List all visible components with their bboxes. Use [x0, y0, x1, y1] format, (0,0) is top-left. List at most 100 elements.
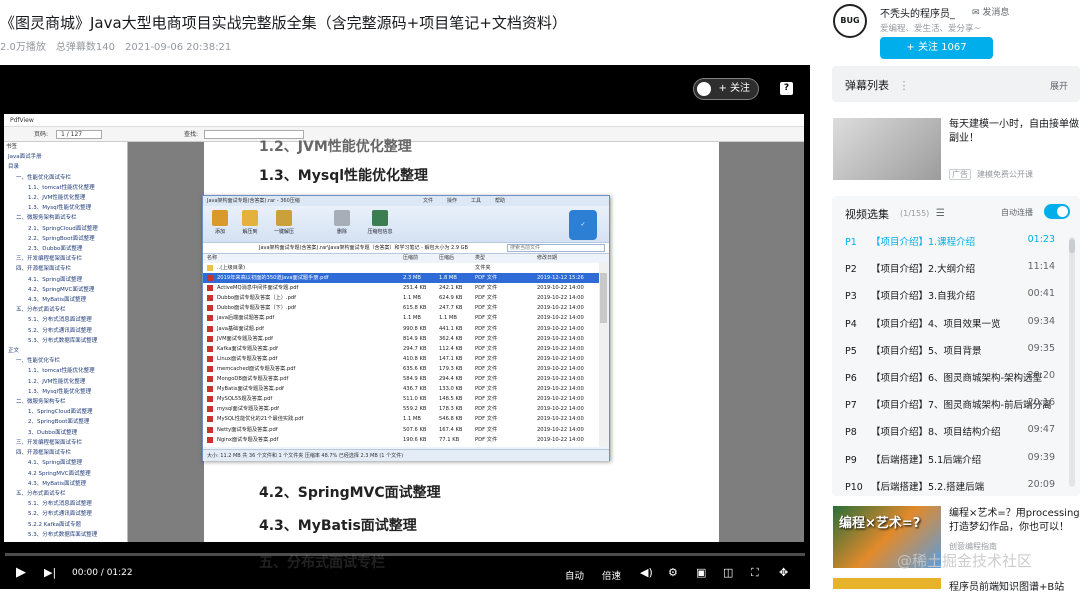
bookmark-item[interactable]: 2、SpringBoot面试整理 — [4, 417, 127, 427]
bookmark-item[interactable]: 3、Dubbo面试整理 — [4, 428, 127, 438]
file-row[interactable]: MongoDB面试专题及答案.pdf 584.9 KB 294.4 KB PDF 文件… — [203, 374, 599, 384]
file-row[interactable]: Java基础面试题.pdf 990.8 KB 441.1 KB PDF 文件 2019-… — [203, 324, 599, 334]
bookmark-item[interactable]: 三、开发编程框架面试专栏 — [4, 254, 127, 264]
bookmark-item[interactable]: 一、性能优化专栏 — [4, 356, 127, 366]
bookmark-item[interactable]: 5.3、分布式数据库面试整理 — [4, 336, 127, 346]
file-row[interactable]: mysql面试专题及答案.pdf 559.2 KB 178.3 KB PDF 文件 20… — [203, 404, 599, 414]
file-row[interactable]: ActiveMQ消息中间件面试专题.pdf 251.4 KB 242.1 KB PDF… — [203, 283, 599, 293]
file-row[interactable]: MySQL性能优化的21个最佳实践.pdf 1.1 MB 546.8 KB PDF 文… — [203, 414, 599, 424]
bookmark-item[interactable]: 1.2、JVM性能优化整理 — [4, 377, 127, 387]
recommend-title[interactable]: 编程×艺术=？用processing打造梦幻作品，你也可以！ — [949, 507, 1080, 535]
uploader-name[interactable]: 不秃头的程序员_ — [880, 5, 955, 20]
file-row[interactable]: memcached面试专题及答案.pdf 635.6 KB 179.3 KB PDF … — [203, 364, 599, 374]
next-icon[interactable]: ▶| — [44, 566, 56, 579]
help-icon[interactable]: ? — [780, 82, 793, 95]
bookmark-item[interactable]: 5.1、分布式消息面试整理 — [4, 315, 127, 325]
bookmark-item[interactable]: 4.2、SpringMVC面试整理 — [4, 285, 127, 295]
episode-item[interactable]: P6 【项目介绍】6、图灵商城架构-架构选型 28:20 — [845, 370, 1055, 384]
webfullscreen-icon[interactable]: ⛶ — [751, 566, 759, 580]
view-count: 2.0万播放 — [0, 42, 46, 53]
bookmark-item[interactable]: 正文 — [4, 346, 127, 356]
volume-icon[interactable]: ◀) — [640, 566, 653, 579]
recommend-thumbnail-2[interactable] — [833, 578, 941, 589]
bookmark-item[interactable]: 5.1、分布式消息面试整理 — [4, 499, 127, 509]
bookmark-item[interactable]: 四、开源框架面试专栏 — [4, 264, 127, 274]
pip-icon[interactable]: ▣ — [696, 566, 706, 579]
bookmark-item[interactable]: 2.2、SpringBoot面试整理 — [4, 234, 127, 244]
bookmark-item[interactable]: 4.3、MyBatis面试整理 — [4, 295, 127, 305]
episode-item[interactable]: P9 【后端搭建】5.1后端介绍 09:39 — [845, 452, 1055, 466]
file-cell: PDF 文件 — [475, 325, 498, 332]
file-cell: ActiveMQ消息中间件面试专题.pdf — [217, 285, 299, 292]
episode-item[interactable]: P8 【项目介绍】8、项目结构介绍 09:47 — [845, 424, 1055, 438]
bookmark-item[interactable]: 2.1、SpringCloud面试整理 — [4, 224, 127, 234]
speed-button[interactable]: 倍速 — [602, 568, 621, 582]
bookmark-item[interactable]: 4.3、MyBatis面试整理 — [4, 479, 127, 489]
file-row[interactable]: Dubbo面试专题及答案（下）.pdf 615.8 KB 247.7 KB PDF 文… — [203, 303, 599, 313]
bookmark-item[interactable]: 1.3、Mysql性能优化整理 — [4, 203, 127, 213]
episode-item[interactable]: P7 【项目介绍】7、图灵商城架构-前后端分离 20:16 — [845, 397, 1055, 411]
bookmark-item[interactable]: 一、性能优化面试专栏 — [4, 173, 127, 183]
ad-thumbnail[interactable] — [833, 118, 941, 180]
list-icon[interactable]: ☰ — [936, 208, 945, 219]
file-row[interactable]: JVM面试专题及答案.pdf 814.9 KB 362.4 KB PDF 文件 2019… — [203, 334, 599, 344]
bookmark-item[interactable]: 4.2 SpringMVC面试整理 — [4, 469, 127, 479]
file-row[interactable]: java后端面试题答案.pdf 1.1 MB 1.1 MB PDF 文件 2019-10… — [203, 313, 599, 323]
recommend-title-2[interactable]: 程序员前端知识图谱+B站 — [949, 578, 1064, 593]
bookmark-item[interactable]: Java面试手册 — [4, 152, 127, 162]
file-row[interactable]: Netty面试专题及答案.pdf 507.6 KB 167.4 KB PDF 文件 20… — [203, 425, 599, 435]
settings-icon[interactable]: ⚙ — [668, 566, 678, 579]
episode-item[interactable]: P2 【项目介绍】2.大纲介绍 11:14 — [845, 261, 1055, 275]
bookmark-item[interactable]: 目录 — [4, 162, 127, 172]
bookmark-item[interactable]: 四、开源框架面试专栏 — [4, 448, 127, 458]
widescreen-icon[interactable]: ◫ — [723, 566, 733, 579]
episode-title: 【项目介绍】3.自我介绍 — [871, 291, 976, 303]
bookmark-item[interactable]: 三、开发编程框架面试专栏 — [4, 438, 127, 448]
bookmark-item[interactable]: 1.1、tomcat性能优化整理 — [4, 183, 127, 193]
follow-button[interactable]: + 关注 1067 — [880, 37, 993, 59]
file-cell: 2.3 MB — [403, 275, 421, 282]
file-cell: PDF 文件 — [475, 355, 498, 362]
file-row[interactable]: Dubbo面试专题及答案（上）.pdf 1.1 MB 624.9 KB PDF 文件 2… — [203, 293, 599, 303]
bookmark-item[interactable]: 4.1、Spring面试整理 — [4, 458, 127, 468]
autoplay-toggle[interactable] — [1044, 204, 1070, 219]
bookmark-item[interactable]: 五、分布式面试专栏 — [4, 489, 127, 499]
avatar[interactable]: BUG — [833, 4, 867, 38]
bookmark-item[interactable]: 五、分布式面试专栏 — [4, 305, 127, 315]
bookmark-item[interactable]: 5.2、分布式通讯面试整理 — [4, 509, 127, 519]
file-row[interactable]: Linux面试专题及答案.pdf 410.8 KB 147.1 KB PDF 文件 20… — [203, 354, 599, 364]
episode-item[interactable]: P4 【项目介绍】4、项目效果一览 09:34 — [845, 316, 1055, 330]
file-row[interactable]: Nginx面试专题及答案.pdf 190.6 KB 77.1 KB PDF 文件 201… — [203, 435, 599, 445]
progress-bar[interactable] — [5, 553, 805, 556]
quality-button[interactable]: 自动 — [565, 568, 584, 582]
file-row[interactable]: 2019年来高以初面的350道Java面试题手册.pdf 2.3 MB 1.8 MB… — [203, 273, 599, 284]
send-message-link[interactable]: ✉ 发消息 — [972, 5, 1009, 18]
episode-item[interactable]: P1 【项目介绍】1.课程介绍 01:23 — [845, 234, 1055, 248]
episode-item[interactable]: P5 【项目介绍】5、项目背景 09:35 — [845, 343, 1055, 357]
bookmark-item[interactable]: 4.1、Spring面试整理 — [4, 275, 127, 285]
ad-title[interactable]: 每天建模一小时，自由接单做副业！ — [949, 118, 1080, 146]
file-row[interactable]: ..(上级目录) 文件夹 — [203, 263, 599, 273]
overlay-follow-button[interactable]: + 关注 — [693, 78, 759, 100]
episode-item[interactable]: P3 【项目介绍】3.自我介绍 00:41 — [845, 288, 1055, 302]
bookmark-item[interactable]: 1.1、tomcat性能优化整理 — [4, 366, 127, 376]
bookmark-item[interactable]: 5.2、分布式通讯面试整理 — [4, 326, 127, 336]
bookmark-item[interactable]: 1.3、Mysql性能优化整理 — [4, 387, 127, 397]
more-icon[interactable]: ⋮ — [899, 79, 910, 92]
bookmark-item[interactable]: 5.2.2 Kafka面试专题 — [4, 520, 127, 530]
bookmark-item[interactable]: 二、微服务架构专栏 — [4, 397, 127, 407]
file-row[interactable]: MySQL55题及答案.pdf 511.0 KB 148.5 KB PDF 文件 201… — [203, 394, 599, 404]
fullscreen-icon[interactable]: ✥ — [779, 566, 788, 579]
bookmark-item[interactable]: 二、微服务架构面试专栏 — [4, 213, 127, 223]
pdf-icon — [207, 275, 213, 282]
bookmark-item[interactable]: 2.3、Dubbo面试整理 — [4, 244, 127, 254]
episode-item[interactable]: P10 【后端搭建】5.2.搭建后端 20:09 — [845, 479, 1055, 493]
file-row[interactable]: Kafka面试专题及答案.pdf 294.7 KB 112.4 KB PDF 文件 20… — [203, 344, 599, 354]
play-icon[interactable]: ▶ — [16, 565, 26, 580]
danmaku-expand[interactable]: 展开 — [1050, 79, 1068, 92]
bookmark-item[interactable]: 1、SpringCloud面试整理 — [4, 407, 127, 417]
file-row[interactable]: MyBatis面试专题及答案.pdf 436.7 KB 133.0 KB PDF 文件… — [203, 384, 599, 394]
bookmark-item[interactable]: 5.3、分布式数据库面试整理 — [4, 530, 127, 540]
playlist-scrollbar[interactable] — [1069, 237, 1075, 487]
bookmark-item[interactable]: 1.2、JVM性能优化整理 — [4, 193, 127, 203]
